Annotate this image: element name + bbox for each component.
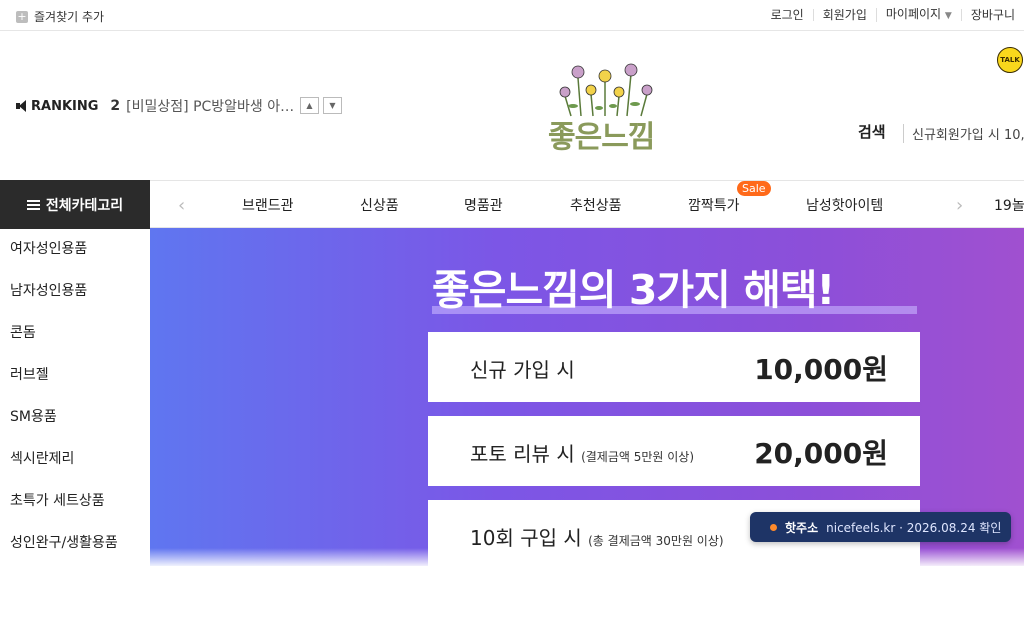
sidebar-item[interactable]: 남자성인용품: [0, 270, 150, 312]
nav-item-flash-sale[interactable]: 깜짝특가: [688, 195, 740, 215]
main-nav: 전체카테고리 ‹ 브랜드관 신상품 명품관 추천상품 깜짝특가 남성핫아이템 ›…: [0, 180, 1024, 229]
plus-icon: +: [16, 9, 28, 23]
orange-dot-icon: [770, 523, 777, 531]
top-utility-bar: + 즐겨찾기 추가 로그인 회원가입 마이페이지 ▼ 장바구니: [0, 0, 1024, 31]
banner-headline: 좋은느낌의 3가지 해택!: [432, 266, 835, 314]
sale-badge: Sale: [737, 181, 771, 196]
caret-down-icon: ▼: [944, 11, 952, 21]
toast-title: 핫주소: [785, 520, 819, 535]
benefit-amount: 10,000원: [754, 353, 888, 386]
benefit-amount: 20,000원: [754, 437, 888, 470]
all-categories-label: 전체카테고리: [45, 197, 124, 214]
hamburger-icon: [26, 199, 40, 210]
sidebar-item[interactable]: 섹시란제리: [0, 438, 150, 480]
nav-item-19[interactable]: 19놀이: [994, 195, 1024, 215]
logo-text[interactable]: 좋은느낌: [548, 112, 655, 156]
benefit-label-text: 신규 가입 시: [470, 358, 575, 382]
nav-item-men-hot[interactable]: 남성핫아이템: [806, 195, 883, 215]
nav-prev-icon[interactable]: ‹: [178, 195, 185, 216]
ranking-label: RANKING: [31, 98, 99, 114]
benefit-label-text: 포토 리뷰 시: [470, 442, 575, 466]
login-link[interactable]: 로그인: [762, 9, 813, 21]
benefit-card: 포토 리뷰 시 (결제금액 5만원 이상) 20,000원: [428, 416, 920, 486]
signup-promo-text: 신규회원가입 시 10,000원: [903, 124, 1024, 143]
sidebar-item[interactable]: 초특가 세트상품: [0, 480, 150, 522]
ranking-item-link[interactable]: [비밀상점] PC방알바생 아…: [126, 96, 301, 116]
hot-address-toast[interactable]: 핫주소 nicefeels.kr · 2026.08.24 확인: [750, 512, 1011, 542]
mypage-link[interactable]: 마이페이지 ▼: [875, 7, 961, 22]
nav-item-recommended[interactable]: 추천상품: [570, 195, 622, 215]
kakao-talk-icon[interactable]: TALK: [997, 47, 1023, 73]
sidebar-item[interactable]: SM용품: [0, 396, 150, 438]
add-favorite-label: 즐겨찾기 추가: [34, 10, 105, 24]
all-categories-button[interactable]: 전체카테고리: [0, 180, 150, 229]
benefit-note: (결제금액 5만원 이상): [581, 450, 695, 464]
nav-next-icon[interactable]: ›: [956, 195, 963, 216]
search-button[interactable]: 검색: [858, 121, 886, 142]
benefit-note: (총 결제금액 30만원 이상): [588, 534, 724, 548]
category-sidebar: 여자성인용품 남자성인용품 콘돔 러브젤 SM용품 섹시란제리 초특가 세트상품…: [0, 228, 150, 564]
ranking-down-button[interactable]: ▼: [323, 97, 342, 114]
add-favorite-link[interactable]: + 즐겨찾기 추가: [16, 8, 104, 25]
ranking-ticker: RANKING 2 [비밀상점] PC방알바생 아…: [16, 96, 301, 116]
ranking-up-button[interactable]: ▲: [300, 97, 319, 114]
benefit-label-text: 10회 구입 시: [470, 526, 582, 550]
cart-link[interactable]: 장바구니: [960, 9, 1024, 21]
ranking-arrows: ▲ ▼: [300, 97, 342, 114]
sidebar-item[interactable]: 러브젤: [0, 354, 150, 396]
nav-item-new[interactable]: 신상품: [360, 195, 399, 215]
ranking-number: 2: [110, 98, 121, 114]
sidebar-item[interactable]: 콘돔: [0, 312, 150, 354]
banner-bottom-fade: [150, 548, 1024, 566]
toast-text: nicefeels.kr · 2026.08.24 확인: [826, 520, 1002, 535]
benefit-label: 포토 리뷰 시 (결제금액 5만원 이상): [470, 438, 694, 467]
benefit-card: 신규 가입 시 10,000원: [428, 332, 920, 402]
nav-item-luxury[interactable]: 명품관: [464, 195, 503, 215]
benefit-label: 10회 구입 시 (총 결제금액 30만원 이상): [470, 522, 724, 551]
nav-item-brand[interactable]: 브랜드관: [242, 195, 294, 215]
sidebar-item[interactable]: 성인완구/생활용품: [0, 522, 150, 564]
sidebar-item[interactable]: 여자성인용품: [0, 228, 150, 270]
mypage-label: 마이페이지: [885, 7, 942, 21]
benefit-label: 신규 가입 시: [470, 354, 575, 383]
user-links: 로그인 회원가입 마이페이지 ▼ 장바구니: [762, 8, 1024, 22]
speaker-icon: [16, 99, 28, 113]
signup-link[interactable]: 회원가입: [812, 9, 876, 21]
